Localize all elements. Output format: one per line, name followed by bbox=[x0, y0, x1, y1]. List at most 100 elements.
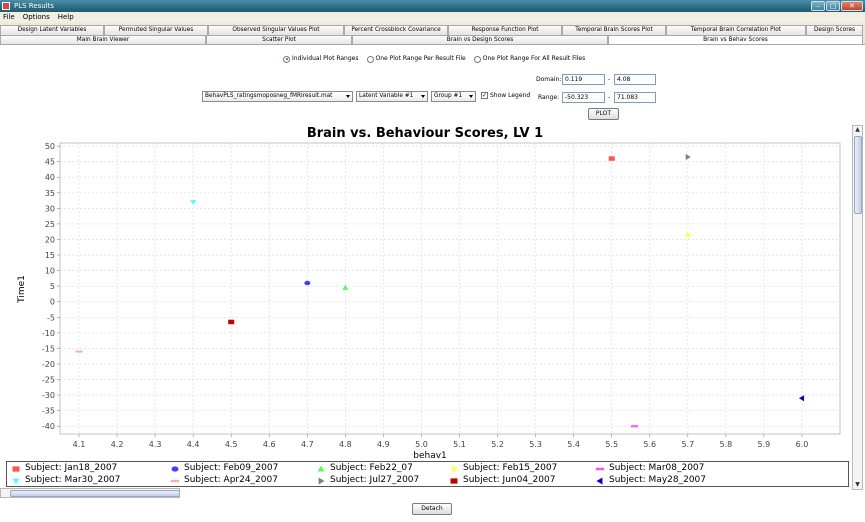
y-tick-label: 35 bbox=[45, 189, 55, 198]
tab-permuted-singular-values[interactable]: Permuted Singular Values bbox=[104, 25, 208, 35]
legend-swatch bbox=[170, 479, 180, 482]
y-tick-label: 45 bbox=[45, 158, 55, 167]
detach-button[interactable]: Detach bbox=[412, 503, 452, 515]
group-select[interactable]: Group #1 bbox=[431, 91, 476, 102]
y-tick-label: -20 bbox=[42, 360, 55, 369]
x-tick-label: 4.2 bbox=[111, 440, 124, 449]
domain-min-field[interactable]: 0.119 bbox=[562, 74, 605, 85]
checkmark-icon: ✓ bbox=[481, 92, 488, 99]
close-button[interactable]: ✕ bbox=[841, 1, 863, 11]
radio-individual-plot-ranges[interactable]: Individual Plot Ranges bbox=[283, 55, 359, 63]
x-tick-label: 5.3 bbox=[529, 440, 542, 449]
radio-one-range-all-files[interactable]: One Plot Range For All Result Files bbox=[473, 55, 586, 63]
brain-vs-behaviour-chart: Brain vs. Behaviour Scores, LV 1 -40-35-… bbox=[17, 126, 841, 460]
radio-label: One Plot Range For All Result Files bbox=[482, 55, 586, 62]
tab-row-1: Design Latent Variables Permuted Singula… bbox=[0, 25, 865, 35]
legend-label: Subject: Apr24_2007 bbox=[184, 475, 278, 485]
y-tick-label: 10 bbox=[45, 267, 55, 276]
radio-one-range-per-file[interactable]: One Plot Range Per Result File bbox=[366, 55, 466, 63]
menu-help[interactable]: Help bbox=[58, 12, 74, 23]
scroll-up-icon[interactable]: ▲ bbox=[853, 126, 862, 134]
range-max-field[interactable]: 71.083 bbox=[614, 92, 656, 103]
legend-label: Subject: Mar08_2007 bbox=[609, 463, 705, 473]
tab-response-function-plot[interactable]: Response Function Plot bbox=[448, 25, 562, 35]
data-point bbox=[630, 425, 639, 428]
legend-marker bbox=[12, 465, 20, 472]
x-tick-label: 4.6 bbox=[263, 440, 276, 449]
chevron-down-icon bbox=[421, 95, 425, 98]
x-tick-label: 4.9 bbox=[377, 440, 390, 449]
data-point bbox=[228, 319, 235, 325]
maximize-button[interactable]: □ bbox=[826, 1, 840, 11]
range-min-field[interactable]: -50.323 bbox=[562, 92, 605, 103]
x-tick-label: 4.3 bbox=[149, 440, 162, 449]
y-tick-label: 30 bbox=[45, 204, 55, 213]
legend-label: Subject: Jan18_2007 bbox=[25, 463, 118, 473]
x-tick-label: 4.8 bbox=[339, 440, 352, 449]
legend-swatch bbox=[318, 477, 325, 484]
x-tick-label: 5.2 bbox=[491, 440, 504, 449]
legend-marker bbox=[596, 477, 603, 484]
legend-item: Subject: Mar08_2007 bbox=[595, 463, 704, 474]
chart-legend: Subject: Jan18_2007 Subject: Feb09_2007 Su… bbox=[6, 461, 849, 487]
chart-title: Brain vs. Behaviour Scores, LV 1 bbox=[307, 126, 543, 141]
legend-swatch bbox=[450, 465, 458, 472]
domain-max-field[interactable]: 4.08 bbox=[614, 74, 656, 85]
chevron-down-icon bbox=[346, 95, 350, 98]
legend-swatch bbox=[596, 477, 603, 484]
tab-observed-singular-values[interactable]: Observed Singular Values Plot bbox=[208, 25, 344, 35]
y-axis: -40 -35 -30 -25 -20 -15 -10 -5 0 5 10 15 20 25 30 35 40 4… bbox=[42, 142, 60, 431]
tab-design-scores[interactable]: Design Scores bbox=[806, 25, 863, 35]
vertical-scroll-thumb[interactable] bbox=[854, 136, 862, 214]
latent-variable-select[interactable]: Latent Variable #1 bbox=[356, 91, 428, 102]
plot-button[interactable]: PLOT bbox=[588, 108, 619, 120]
legend-item: Subject: Jun04_2007 bbox=[449, 475, 555, 486]
legend-item: Subject: Mar30_2007 bbox=[11, 475, 120, 486]
legend-marker bbox=[170, 479, 180, 482]
y-tick-label: 40 bbox=[45, 173, 55, 182]
tab-temporal-brain-scores[interactable]: Temporal Brain Scores Plot bbox=[562, 25, 666, 35]
x-tick-label: 5.7 bbox=[681, 440, 694, 449]
group-value: Group #1 bbox=[434, 93, 463, 99]
vertical-scrollbar[interactable]: ▲ ▼ bbox=[852, 125, 863, 490]
minimize-button[interactable]: – bbox=[811, 1, 825, 11]
legend-item: Subject: Jan18_2007 bbox=[11, 463, 117, 474]
range-dash: - bbox=[608, 94, 611, 101]
x-tick-label: 5.4 bbox=[567, 440, 580, 449]
x-tick-label: 4.1 bbox=[73, 440, 86, 449]
legend-label: Subject: Mar30_2007 bbox=[25, 475, 121, 485]
legend-swatch bbox=[450, 477, 458, 484]
pls-results-window: PLS Results – □ ✕ File Options Help Desi… bbox=[0, 0, 865, 522]
horizontal-scrollbar[interactable] bbox=[0, 488, 180, 498]
tab-design-latent-variables[interactable]: Design Latent Variables bbox=[0, 25, 104, 35]
x-tick-label: 5.1 bbox=[453, 440, 466, 449]
menu-file[interactable]: File bbox=[3, 12, 15, 23]
domain-label: Domain: bbox=[536, 76, 562, 83]
legend-label: Subject: Jul27_2007 bbox=[330, 475, 420, 485]
radio-indicator bbox=[473, 55, 481, 63]
y-tick-label: -35 bbox=[42, 407, 55, 416]
legend-marker bbox=[171, 465, 179, 472]
radio-label: Individual Plot Ranges bbox=[292, 55, 359, 62]
legend-label: Subject: Feb22_07 bbox=[330, 463, 413, 473]
radio-label: One Plot Range Per Result File bbox=[375, 55, 466, 62]
show-legend-label: Show Legend bbox=[490, 92, 531, 99]
legend-item: Subject: Feb09_2007 bbox=[170, 463, 278, 474]
tab-percent-crossblock-covariance[interactable]: Percent Crossblock Covariance bbox=[344, 25, 448, 35]
menu-options[interactable]: Options bbox=[23, 12, 50, 23]
legend-item: Subject: May28_2007 bbox=[595, 475, 706, 486]
y-tick-label: -10 bbox=[42, 329, 55, 338]
tab-temporal-brain-correlation[interactable]: Temporal Brain Correlation Plot bbox=[666, 25, 806, 35]
chevron-down-icon bbox=[469, 95, 473, 98]
show-legend-checkbox[interactable]: ✓ Show Legend bbox=[481, 92, 530, 99]
result-file-value: BehavPLS_ratingsmoposneg_fMRIresult.mat bbox=[205, 93, 333, 99]
legend-marker bbox=[450, 465, 458, 472]
x-tick-label: 5.0 bbox=[415, 440, 428, 449]
y-tick-label: -25 bbox=[42, 376, 55, 385]
scroll-down-icon[interactable]: ▼ bbox=[853, 481, 862, 489]
y-axis-label: Time1 bbox=[17, 275, 27, 304]
result-file-select[interactable]: BehavPLS_ratingsmoposneg_fMRIresult.mat bbox=[202, 91, 353, 102]
legend-item: Subject: Feb15_2007 bbox=[449, 463, 557, 474]
horizontal-scroll-thumb[interactable] bbox=[10, 490, 180, 497]
x-tick-label: 4.4 bbox=[187, 440, 200, 449]
